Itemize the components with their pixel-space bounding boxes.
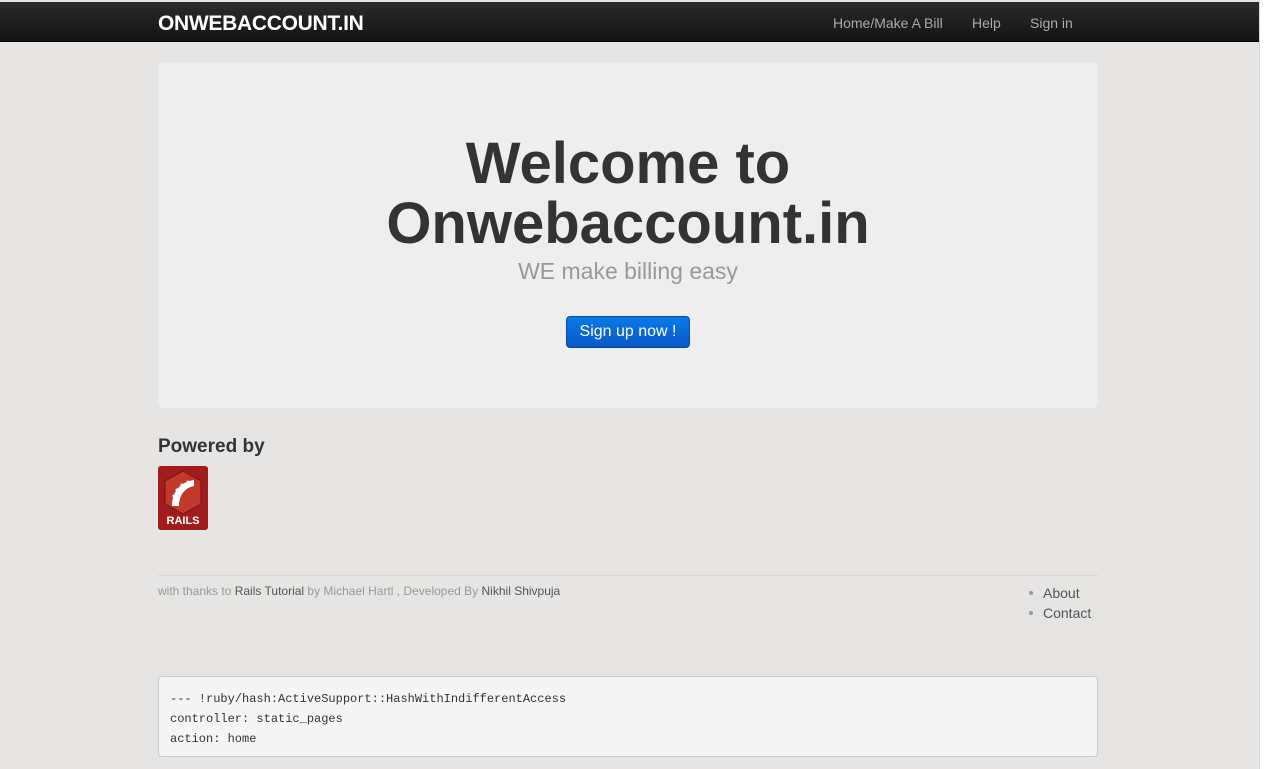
nav-sign-in[interactable]: Sign in (1030, 15, 1073, 31)
rails-logo-link[interactable]: RAILS (158, 466, 208, 530)
nav-home-make-bill[interactable]: Home/Make A Bill (833, 15, 943, 31)
title-line-2: Onwebaccount.in (386, 191, 870, 256)
title-line-1: Welcome to (465, 131, 791, 196)
footer-credits: with thanks to Rails Tutorial by Michael… (158, 584, 560, 598)
debug-line: action: home (170, 732, 257, 746)
rails-logo-icon: RAILS (158, 466, 208, 530)
vertical-scrollbar[interactable] (1259, 0, 1275, 769)
rails-logo-text: RAILS (167, 515, 200, 527)
footer-by-text: by Michael Hartl , Developed By (307, 584, 479, 598)
footer-divider (158, 575, 1098, 576)
footer-links: About Contact (1028, 583, 1091, 623)
nav-help[interactable]: Help (972, 15, 1001, 31)
footer-link-item: About (1028, 583, 1091, 603)
about-link[interactable]: About (1043, 585, 1080, 601)
powered-by-heading: Powered by (158, 436, 265, 457)
hero-unit: Welcome to Onwebaccount.in WE make billi… (158, 62, 1098, 408)
signup-button[interactable]: Sign up now ! (566, 316, 690, 348)
rails-tutorial-link[interactable]: Rails Tutorial (235, 584, 304, 598)
footer-thanks-prefix: with thanks to (158, 584, 232, 598)
brand-logo-link[interactable]: ONWEBACCOUNT.IN (158, 12, 364, 36)
footer-link-item: Contact (1028, 603, 1091, 623)
top-navbar: ONWEBACCOUNT.IN Home/Make A Bill Help Si… (0, 2, 1259, 42)
tagline: WE make billing easy (518, 258, 738, 284)
page-title: Welcome to Onwebaccount.in (158, 134, 1098, 254)
developer-link[interactable]: Nikhil Shivpuja (482, 584, 561, 598)
debug-line: --- !ruby/hash:ActiveSupport::HashWithIn… (170, 692, 567, 706)
contact-link[interactable]: Contact (1043, 605, 1091, 621)
debug-line: controller: static_pages (170, 712, 343, 726)
debug-params-block: --- !ruby/hash:ActiveSupport::HashWithIn… (158, 676, 1098, 757)
